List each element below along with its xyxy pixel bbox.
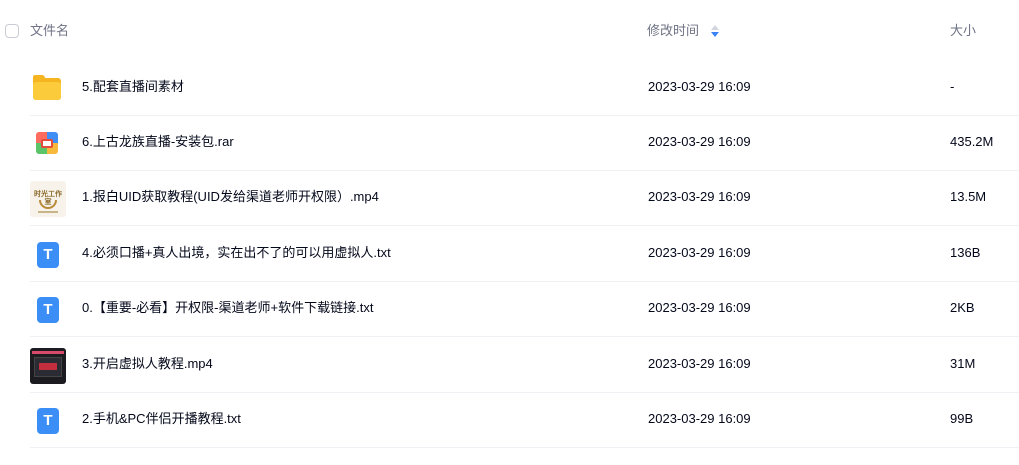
txt-file-icon: T (30, 292, 66, 328)
folder-icon (30, 71, 66, 107)
file-modified-time: 2023-03-29 16:09 (648, 79, 751, 94)
file-modified-time: 2023-03-29 16:09 (648, 356, 751, 371)
file-name[interactable]: 4.必须口播+真人出境，实在出不了的可以用虚拟人.txt (82, 245, 391, 261)
file-modified-time: 2023-03-29 16:09 (648, 300, 751, 315)
file-name[interactable]: 6.上古龙族直播-安装包.rar (82, 134, 234, 150)
column-header-size[interactable]: 大小 (950, 23, 976, 39)
file-size: 435.2M (950, 134, 994, 149)
column-header-modified-time[interactable]: 修改时间 (647, 23, 699, 39)
file-row[interactable]: 时光工作室 1.报白UID获取教程(UID发给渠道老师开权限）.mp4 2023… (30, 170, 1019, 226)
file-row[interactable]: 6.上古龙族直播-安装包.rar 2023-03-29 16:09 435.2M (30, 115, 1019, 171)
file-size: 13.5M (950, 189, 987, 204)
file-row[interactable]: T 4.必须口播+真人出境，实在出不了的可以用虚拟人.txt 2023-03-2… (30, 226, 1019, 282)
file-name[interactable]: 2.手机&PC伴侣开播教程.txt (82, 411, 241, 427)
file-size: 99B (950, 411, 974, 426)
file-name[interactable]: 1.报白UID获取教程(UID发给渠道老师开权限）.mp4 (82, 189, 379, 205)
rar-archive-icon (30, 126, 66, 162)
file-row[interactable]: 5.配套直播间素材 2023-03-29 16:09 - (30, 60, 1019, 116)
txt-file-icon: T (30, 403, 66, 439)
file-modified-time: 2023-03-29 16:09 (648, 411, 751, 426)
sort-desc-icon[interactable] (711, 25, 719, 37)
file-row[interactable]: 3.开启虚拟人教程.mp4 2023-03-29 16:09 31M (30, 337, 1019, 393)
video-thumbnail: 时光工作室 (30, 181, 66, 217)
file-row[interactable]: T 0.【重要-必看】开权限-渠道老师+软件下载链接.txt 2023-03-2… (30, 281, 1019, 337)
file-size: 31M (950, 356, 976, 371)
column-header-name[interactable]: 文件名 (30, 23, 69, 39)
select-all-checkbox[interactable] (5, 24, 19, 38)
file-name[interactable]: 3.开启虚拟人教程.mp4 (82, 356, 213, 372)
file-row[interactable]: T 2.手机&PC伴侣开播教程.txt 2023-03-29 16:09 99B (30, 392, 1019, 448)
file-list-header: 文件名 修改时间 大小 (0, 0, 1019, 62)
file-size: - (950, 79, 955, 94)
file-name[interactable]: 5.配套直播间素材 (82, 79, 184, 95)
file-size: 2KB (950, 300, 975, 315)
txt-file-icon: T (30, 237, 66, 273)
file-modified-time: 2023-03-29 16:09 (648, 189, 751, 204)
file-modified-time: 2023-03-29 16:09 (648, 245, 751, 260)
file-size: 136B (950, 245, 981, 260)
file-modified-time: 2023-03-29 16:09 (648, 134, 751, 149)
file-name[interactable]: 0.【重要-必看】开权限-渠道老师+软件下载链接.txt (82, 300, 373, 316)
video-thumbnail (30, 348, 66, 384)
